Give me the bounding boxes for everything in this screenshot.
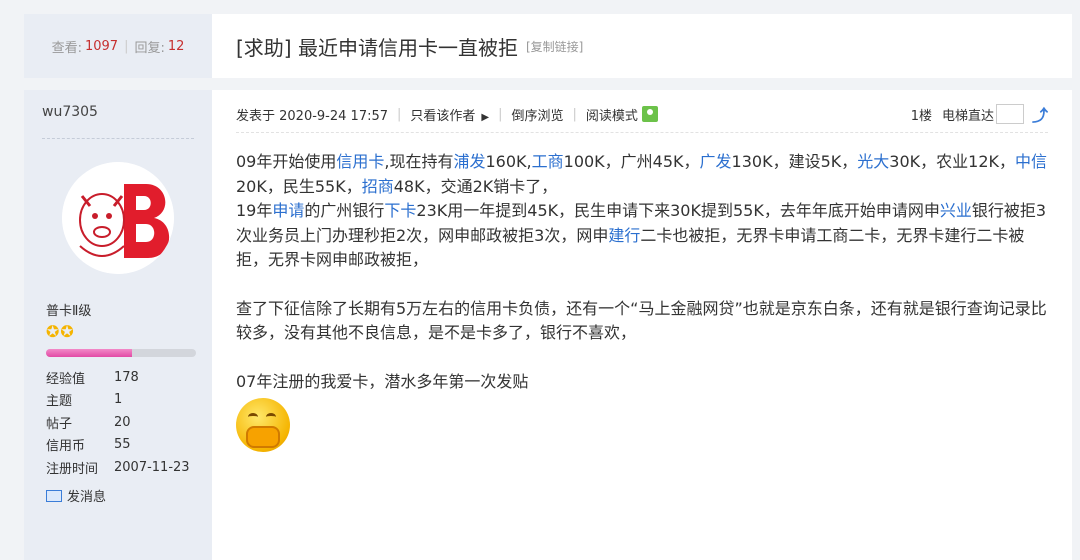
text: 100K，广州45K， [563,152,700,171]
thread-stats: 查看: 1097 | 回复: 12 [24,14,212,78]
laughing-emoji-icon [236,398,290,452]
level-progress-fill [46,349,132,357]
keyword-link[interactable]: 申请 [272,201,304,220]
only-author-link[interactable]: 只看该作者 ▶ [410,105,489,124]
rank-name: 普卡Ⅱ级 [46,304,92,319]
post-date: 发表于 2020-9-24 17:57 [236,108,389,124]
text: 09年开始使用 [236,152,337,171]
meta-divider-line [236,132,1048,133]
post-paragraph: 19年申请的广州银行下卡23K用一年提到45K，民生申请下来30K提到55K，去… [236,199,1056,273]
author-sidebar: wu7305 B 普卡Ⅱ级 ✪✪ 经验值 178 主题 1 帖子 [24,90,212,560]
stat-value[interactable]: 20 [114,415,131,430]
stat-value: 55 [114,437,131,453]
level-progress-bar [46,349,196,357]
read-mode-link[interactable]: 阅读模式 [586,105,638,124]
keyword-link[interactable]: 招商 [362,177,394,196]
text: 30K，农业12K， [889,152,1015,171]
post-content: 09年开始使用信用卡,现在持有浦发160K,工商100K，广州45K，广发130… [236,150,1056,452]
text: 160K, [485,152,532,171]
post-body: 发表于 2020-9-24 17:57 | 只看该作者 ▶ | 倒序浏览 | 阅读… [212,90,1072,560]
keyword-link[interactable]: 工商 [532,152,564,171]
keyword-link[interactable]: 兴业 [940,201,972,220]
elevator-label: 电梯直达 [941,108,994,124]
text: 130K，建设5K， [731,152,858,171]
thread-header: [求助] 最近申请信用卡一直被拒 [复制链接] [212,14,1072,78]
keyword-link[interactable]: 广发 [700,152,732,171]
text: 48K，交通2K销卡了， [393,176,558,196]
jump-icon[interactable]: ⤴ [1032,102,1048,126]
stat-label: 注册时间 [46,461,99,477]
views-label: 查看: [51,40,82,56]
keyword-link[interactable]: 中信 [1015,152,1047,171]
only-author-label: 只看该作者 [410,108,476,124]
stat-value[interactable]: 1 [114,392,122,407]
replies-label: 回复: [134,40,165,56]
copy-link[interactable]: [复制链接] [526,38,583,55]
text: 的广州银行 [304,201,385,220]
keyword-link[interactable]: 光大 [857,152,889,171]
thread-title: [求助] 最近申请信用卡一直被拒 [236,35,518,60]
keyword-link[interactable]: 信用卡 [336,152,384,171]
play-icon: ▶ [481,111,490,123]
floor-nav: 1楼 电梯直达 ⤴ [911,102,1048,126]
stat-row: 注册时间 2007-11-23 [46,456,206,479]
read-mode-icon[interactable] [641,106,658,122]
reverse-order-link[interactable]: 倒序浏览 [512,105,564,124]
stat-label: 帖子 [46,416,73,432]
emoji-eye [248,413,258,421]
keyword-link[interactable]: 下卡 [384,201,416,220]
post-paragraph: 07年注册的我爱卡，潜水多年第一次发贴 [236,371,529,391]
views-count: 1097 [84,38,119,54]
post-paragraph: 查了下征信除了长期有5万左右的信用卡负债，还有一个“马上金融网贷”也就是京东白条… [236,298,1047,343]
post-paragraph: 09年开始使用信用卡,现在持有浦发160K,工商100K，广州45K，广发130… [236,150,1056,199]
meta-divider: | [572,106,577,122]
avatar[interactable]: B [62,162,174,274]
floor-jump-input[interactable] [995,104,1024,124]
text: 19年 [236,201,273,220]
emoji-eye [266,413,276,421]
author-username[interactable]: wu7305 [42,104,98,120]
rank-stars-icon: ✪✪ [46,322,75,341]
keyword-link[interactable]: 建行 [608,226,640,245]
stat-label: 经验值 [46,371,86,387]
stat-label: 信用币 [46,439,86,455]
emoji-hand [246,426,280,448]
text: ,现在持有 [384,152,454,171]
meta-divider: | [397,106,402,122]
sidebar-divider [42,138,194,139]
stat-value: 2007-11-23 [114,459,190,475]
stat-label: 主题 [46,394,73,410]
keyword-link[interactable]: 浦发 [453,152,485,171]
stat-row: 信用币 55 [46,434,206,457]
stat-row: 经验值 178 [46,366,206,389]
floor-number: 1楼 [910,108,932,124]
stat-row: 主题 1 [46,389,206,412]
replies-count: 12 [167,38,185,54]
envelope-icon [46,489,62,502]
text: 20K，民生55K， [236,176,362,196]
stat-value[interactable]: 178 [114,370,139,385]
text: 23K用一年提到45K，民生申请下来30K提到55K，去年年底开始申请网申 [416,201,940,220]
meta-divider: | [498,106,503,122]
stats-divider: | [124,38,129,54]
post-meta-bar: 发表于 2020-9-24 17:57 | 只看该作者 ▶ | 倒序浏览 | 阅读… [236,102,1048,126]
send-message-label: 发消息 [67,490,107,505]
send-message-link[interactable]: 发消息 [46,486,106,505]
stat-row: 帖子 20 [46,411,206,434]
author-stats: 经验值 178 主题 1 帖子 20 信用币 55 注册时间 2007-11-2… [46,366,206,479]
